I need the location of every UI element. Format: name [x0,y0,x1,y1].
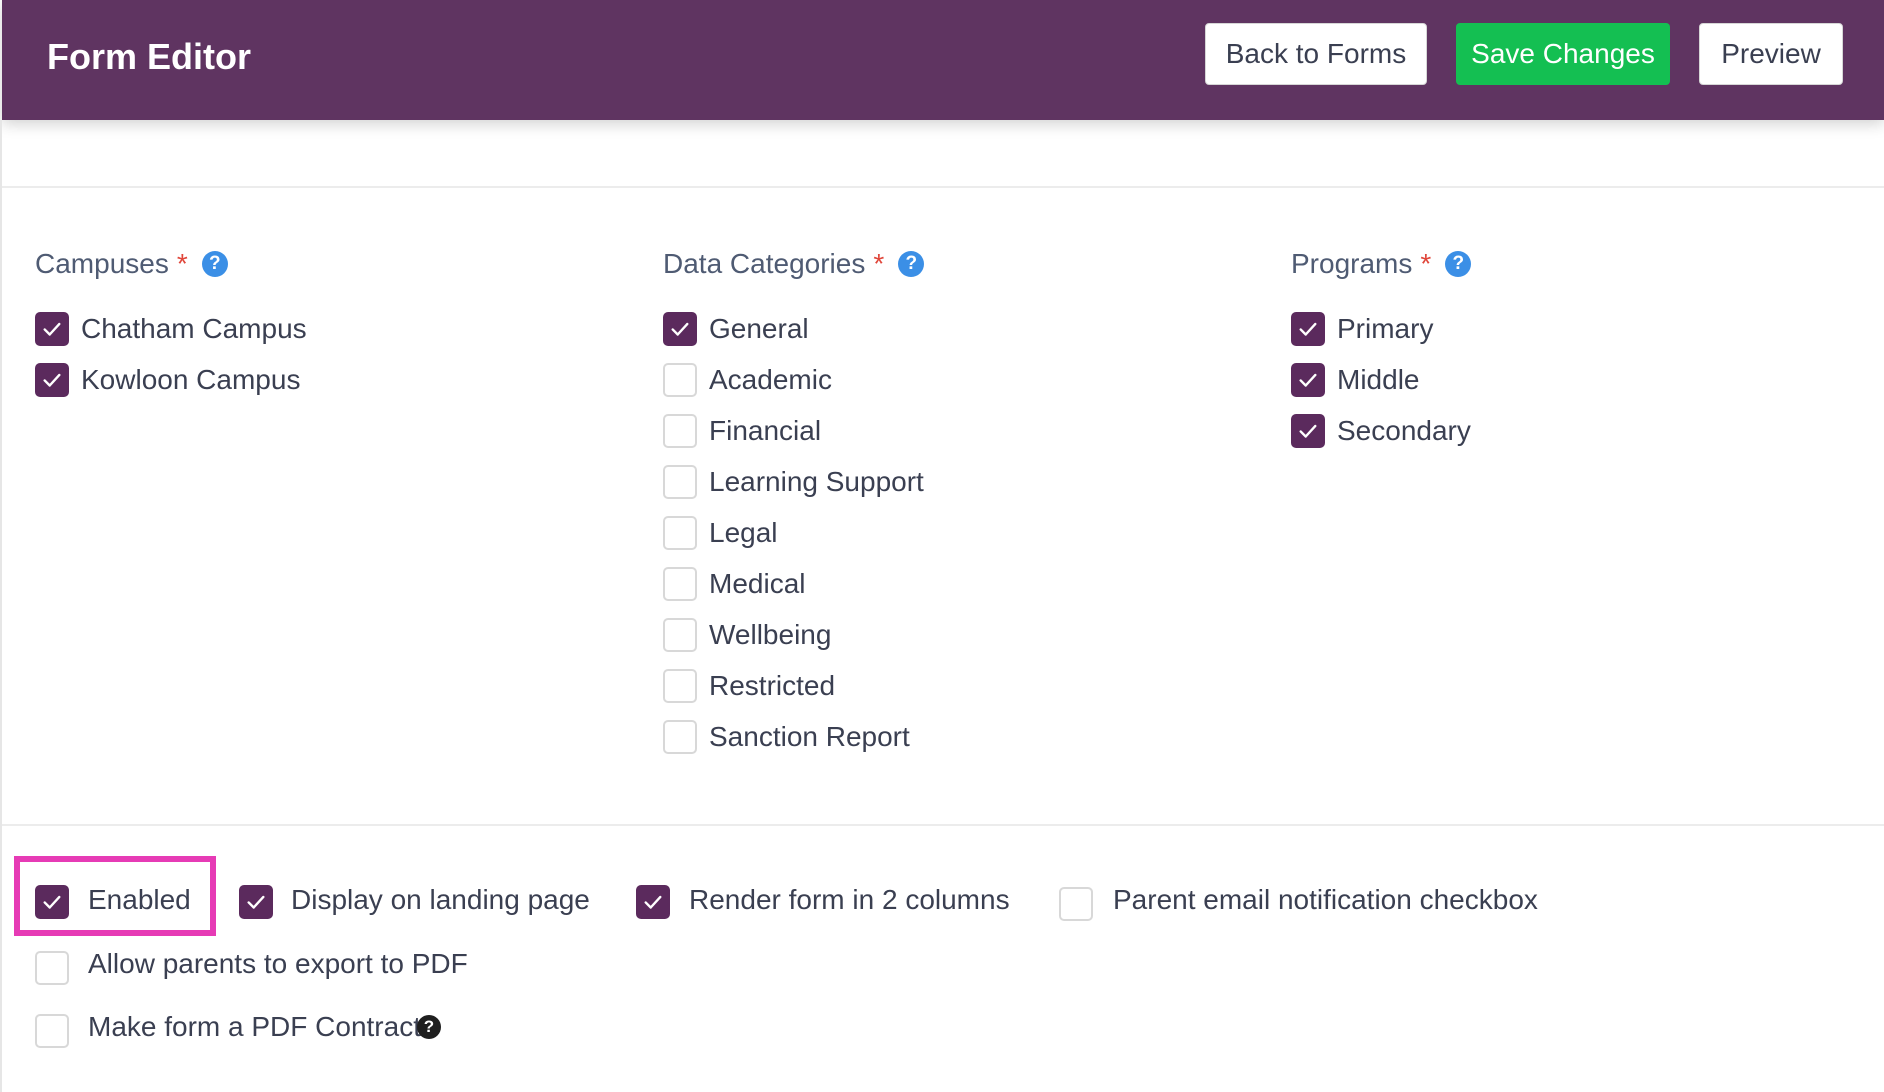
campuses-heading: Campuses * ? [35,248,228,280]
data-category-label: Sanction Report [709,721,910,752]
two-columns-checkbox[interactable] [636,885,670,919]
required-asterisk: * [873,248,885,279]
two-columns-label: Render form in 2 columns [689,884,1010,915]
data-category-checkbox[interactable] [663,465,697,499]
top-divider [2,186,1884,188]
help-icon[interactable]: ? [1445,251,1472,277]
programs-title: Programs [1291,248,1413,279]
program-checkbox[interactable] [1291,363,1325,397]
data-category-label: Medical [709,568,806,599]
required-asterisk: * [1420,248,1432,279]
parent-email-label: Parent email notification checkbox [1113,884,1538,915]
campus-checkbox[interactable] [35,312,69,346]
middle-divider [2,824,1884,826]
checkmark-icon [247,895,265,909]
parent-email-checkbox[interactable] [1059,887,1093,921]
display-landing-label: Display on landing page [291,884,590,915]
campus-label: Kowloon Campus [81,364,301,395]
page-title: Form Editor [47,36,251,77]
checkmark-icon [43,322,61,336]
pdf-contract-label: Make form a PDF Contract [88,1011,421,1042]
data-category-checkbox[interactable] [663,567,697,601]
data-category-label: Learning Support [709,466,924,497]
program-label: Middle [1337,364,1420,395]
help-icon[interactable]: ? [201,251,228,277]
program-label: Secondary [1337,415,1471,446]
data-category-checkbox[interactable] [663,618,697,652]
data-category-label: Legal [709,517,778,548]
data-category-checkbox[interactable] [663,312,697,346]
campuses-title: Campuses [35,248,169,279]
data-category-label: General [709,313,809,344]
data-categories-heading: Data Categories * ? [663,248,925,280]
export-pdf-checkbox[interactable] [35,951,69,985]
data-category-label: Academic [709,364,832,395]
program-checkbox[interactable] [1291,312,1325,346]
help-icon[interactable]: ? [898,251,925,277]
data-category-checkbox[interactable] [663,516,697,550]
save-changes-button[interactable]: Save Changes [1456,23,1670,85]
question-circle-icon[interactable]: ? [417,1015,441,1039]
panel-left-border [0,120,2,1092]
data-category-label: Restricted [709,670,836,701]
programs-heading: Programs * ? [1291,248,1472,280]
checkmark-icon [1299,424,1317,438]
checkmark-icon [1299,322,1317,336]
pdf-contract-checkbox[interactable] [35,1014,69,1048]
back-to-forms-button[interactable]: Back to Forms [1205,23,1427,85]
required-asterisk: * [176,248,188,279]
data-category-label: Wellbeing [709,619,832,650]
display-landing-checkbox[interactable] [239,885,273,919]
top-header-bar: Form Editor Back to Forms Save Changes P… [2,0,1884,120]
checkmark-icon [1299,373,1317,387]
campus-label: Chatham Campus [81,313,307,344]
program-checkbox[interactable] [1291,414,1325,448]
export-pdf-label: Allow parents to export to PDF [88,948,468,979]
data-category-checkbox[interactable] [663,363,697,397]
campus-checkbox[interactable] [35,363,69,397]
data-category-label: Financial [709,415,822,446]
checkmark-icon [43,895,61,909]
checkmark-icon [644,895,662,909]
data-category-checkbox[interactable] [663,669,697,703]
data-category-checkbox[interactable] [663,720,697,754]
data-category-checkbox[interactable] [663,414,697,448]
enabled-checkbox[interactable] [35,885,69,919]
enabled-label: Enabled [88,884,191,915]
preview-button[interactable]: Preview [1699,23,1843,85]
checkmark-icon [671,322,689,336]
checkmark-icon [43,373,61,387]
program-label: Primary [1337,313,1434,344]
data-categories-title: Data Categories [663,248,866,279]
